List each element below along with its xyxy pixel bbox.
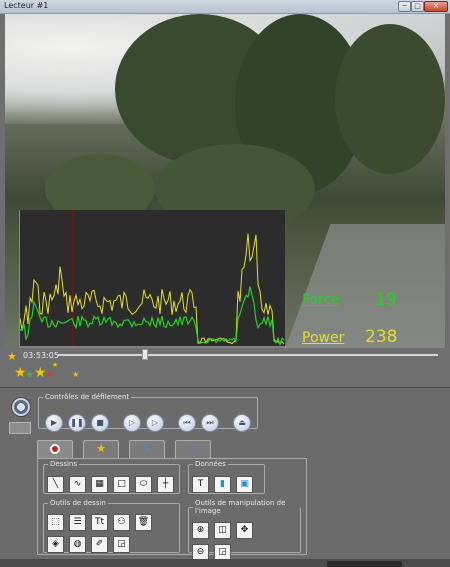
star-icon: ★ — [72, 370, 80, 379]
donnees-group: Données T ▮ ▣ — [188, 460, 265, 494]
move-tool[interactable]: ✥ — [236, 522, 253, 539]
donnees-legend: Données — [195, 460, 226, 468]
status-segment — [327, 561, 402, 567]
zoom-in-tool[interactable]: ⊕ — [192, 522, 209, 539]
freehand-tool[interactable]: ∿ — [69, 476, 86, 493]
pencil-icon: ✎ — [142, 442, 152, 455]
eject-button[interactable]: ⏏ — [233, 414, 251, 432]
star-icon: ★ — [96, 442, 106, 455]
gears-icon: ⚙ — [188, 442, 198, 455]
palette-tool[interactable]: ◍ — [69, 536, 86, 553]
film-reel-icon[interactable] — [11, 397, 31, 417]
brush-tool[interactable]: ✐ — [91, 536, 108, 553]
dessins-legend: Dessins — [50, 460, 78, 468]
drawing-tools-panel: Dessins ╲ ∿ ▦ □ ⬭ ┼ Données T ▮ ▣ Outils… — [37, 458, 307, 561]
side-toggle[interactable] — [9, 422, 31, 434]
outils-dessin-group: Outils de dessin ⬚ ☰ Tt ⚇ 🗑 ◈ ◍ ✐ ◲ — [43, 499, 180, 553]
play-button[interactable]: ▶ — [45, 414, 63, 432]
manipulation-group: Outils de manipulation de l'image ⊕ ◫ ✥ … — [188, 499, 301, 561]
delete-marker-button[interactable]: ★✖ — [34, 365, 52, 381]
add-marker-button[interactable]: ★✚ — [14, 365, 32, 381]
pause-button[interactable]: ❚❚ — [68, 414, 86, 432]
trash-tool[interactable]: 🗑 — [135, 514, 152, 531]
step-forward-button[interactable]: ▷ — [146, 414, 164, 432]
next-button[interactable]: ⏭ — [201, 414, 219, 432]
dessins-group: Dessins ╲ ∿ ▦ □ ⬭ ┼ — [43, 460, 180, 494]
telemetry-graph — [19, 210, 286, 348]
fit-width-tool[interactable]: ◫ — [214, 522, 231, 539]
minimize-button[interactable]: ─ — [398, 1, 411, 12]
tab-settings[interactable]: ⚙ — [175, 440, 211, 458]
tab-markers[interactable]: ★ — [83, 440, 119, 458]
grid-tool[interactable]: ▦ — [91, 476, 108, 493]
timeline-bar: ★ 03:53:05 ★✚ ★✖ ★ ★ — [0, 348, 450, 388]
power-value: 238 — [365, 327, 398, 347]
previous-button[interactable]: ⏮ — [178, 414, 196, 432]
ellipse-tool[interactable]: ⬭ — [135, 476, 152, 493]
tab-draw[interactable]: ✎ — [129, 440, 165, 458]
control-panel: Contrôles de défilement ▶ ❚❚ ■ ▷ ▷ ⏮ ⏭ ⏏… — [0, 389, 450, 567]
title-bar: Lecteur #1 ─ □ ✕ — [0, 0, 450, 14]
current-time: 03:53:05 — [23, 351, 59, 360]
seek-track[interactable] — [58, 354, 438, 356]
close-button[interactable]: ✕ — [424, 1, 448, 12]
select-tool[interactable]: ⬚ — [47, 514, 64, 531]
outils-legend: Outils de dessin — [50, 499, 106, 507]
slow-play-button[interactable]: ▷ — [123, 414, 141, 432]
force-label: Force — [302, 292, 340, 308]
stop-button[interactable]: ■ — [91, 414, 109, 432]
tab-record[interactable] — [37, 440, 73, 458]
font-tool[interactable]: Tt — [91, 514, 108, 531]
manip-legend: Outils de manipulation de l'image — [195, 499, 286, 515]
line-tool[interactable]: ╲ — [47, 476, 64, 493]
window-title: Lecteur #1 — [4, 1, 49, 10]
maximize-button[interactable]: □ — [411, 1, 424, 12]
seek-thumb[interactable] — [142, 349, 149, 360]
record-icon — [50, 444, 60, 454]
video-tree — [335, 24, 445, 174]
rectangle-tool[interactable]: □ — [113, 476, 130, 493]
star-icon: ★ — [52, 361, 59, 369]
text-data-tool[interactable]: T — [192, 476, 209, 493]
power-label: Power — [302, 330, 345, 346]
fill-tool[interactable]: ◈ — [47, 536, 64, 553]
playback-controls-legend: Contrôles de défilement — [45, 393, 130, 401]
crosshair-tool[interactable]: ┼ — [157, 476, 174, 493]
force-value: 19 — [375, 290, 397, 310]
player-window: Lecteur #1 ─ □ ✕ Force 19 Power 238 ★ 03… — [0, 0, 450, 567]
star-icon: ★ — [7, 350, 17, 363]
people-tool[interactable]: ⚇ — [113, 514, 130, 531]
force-series-line — [20, 286, 285, 347]
playback-controls-group: Contrôles de défilement ▶ ❚❚ ■ ▷ ▷ ⏮ ⏭ ⏏ — [38, 393, 258, 432]
resize-tool[interactable]: ◲ — [113, 536, 130, 553]
line-width-tool[interactable]: ☰ — [69, 514, 86, 531]
graph-svg — [20, 210, 286, 348]
power-series-line — [20, 233, 285, 346]
panel-data-tool[interactable]: ▣ — [236, 476, 253, 493]
gauge-data-tool[interactable]: ▮ — [214, 476, 231, 493]
video-frame[interactable]: Force 19 Power 238 — [5, 14, 445, 348]
